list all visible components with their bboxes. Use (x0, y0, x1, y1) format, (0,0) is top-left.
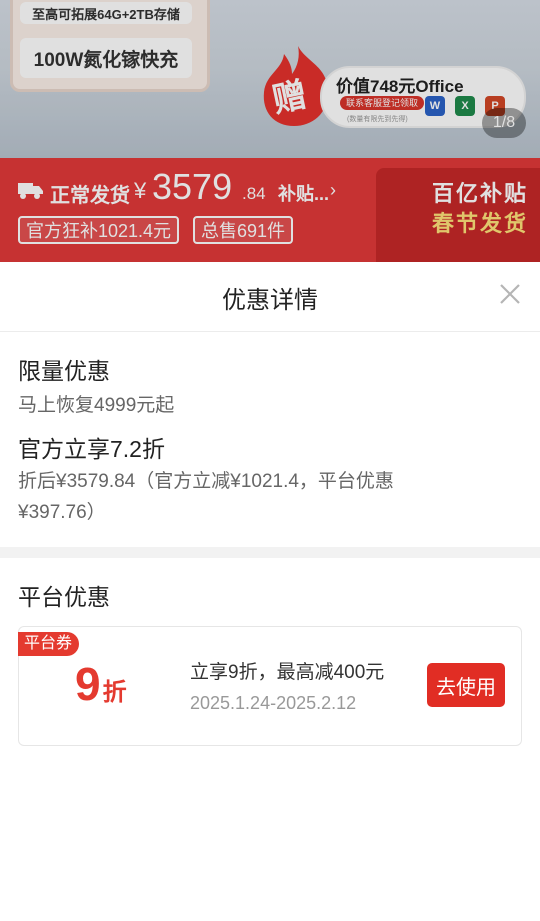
coupon-value: 9折 (75, 657, 127, 711)
product-page-background: 至高可拓展64G+2TB存储 100W氮化镓快充 赠 价值748元Office … (0, 0, 540, 262)
discount-item-official: 官方立享7.2折 折后¥3579.84（官方立减¥1021.4，平台优惠¥397… (18, 430, 458, 528)
coupon-value-unit: 折 (102, 679, 127, 706)
close-icon[interactable] (496, 280, 524, 308)
platform-coupon-card: 平台券 9折 立享9折，最高减400元 2025.1.24-2025.2.12 … (18, 626, 522, 746)
coupon-value-number: 9 (75, 658, 101, 710)
coupon-date-range: 2025.1.24-2025.2.12 (190, 693, 357, 713)
discount-item-title: 官方立享7.2折 (18, 436, 165, 462)
use-coupon-button[interactable]: 去使用 (427, 663, 505, 707)
coupon-description: 立享9折，最高减400元 (190, 662, 385, 683)
discount-item-title: 限量优惠 (18, 358, 110, 384)
discount-item-desc: 马上恢复4999元起 (18, 395, 175, 416)
discount-item-desc: 折后¥3579.84（官方立减¥1021.4，平台优惠¥397.76） (18, 471, 394, 523)
sheet-header: 优惠详情 (0, 262, 540, 332)
discount-item-limited: 限量优惠 马上恢复4999元起 (18, 352, 174, 421)
section-divider (0, 547, 540, 558)
coupon-type-badge: 平台券 (18, 632, 80, 656)
sheet-title: 优惠详情 (222, 287, 318, 314)
platform-discount-title: 平台优惠 (18, 584, 110, 610)
overlay-scrim[interactable] (0, 0, 540, 262)
discount-details-sheet: 优惠详情 限量优惠 马上恢复4999元起 官方立享7.2折 折后¥3579.84… (0, 262, 540, 921)
